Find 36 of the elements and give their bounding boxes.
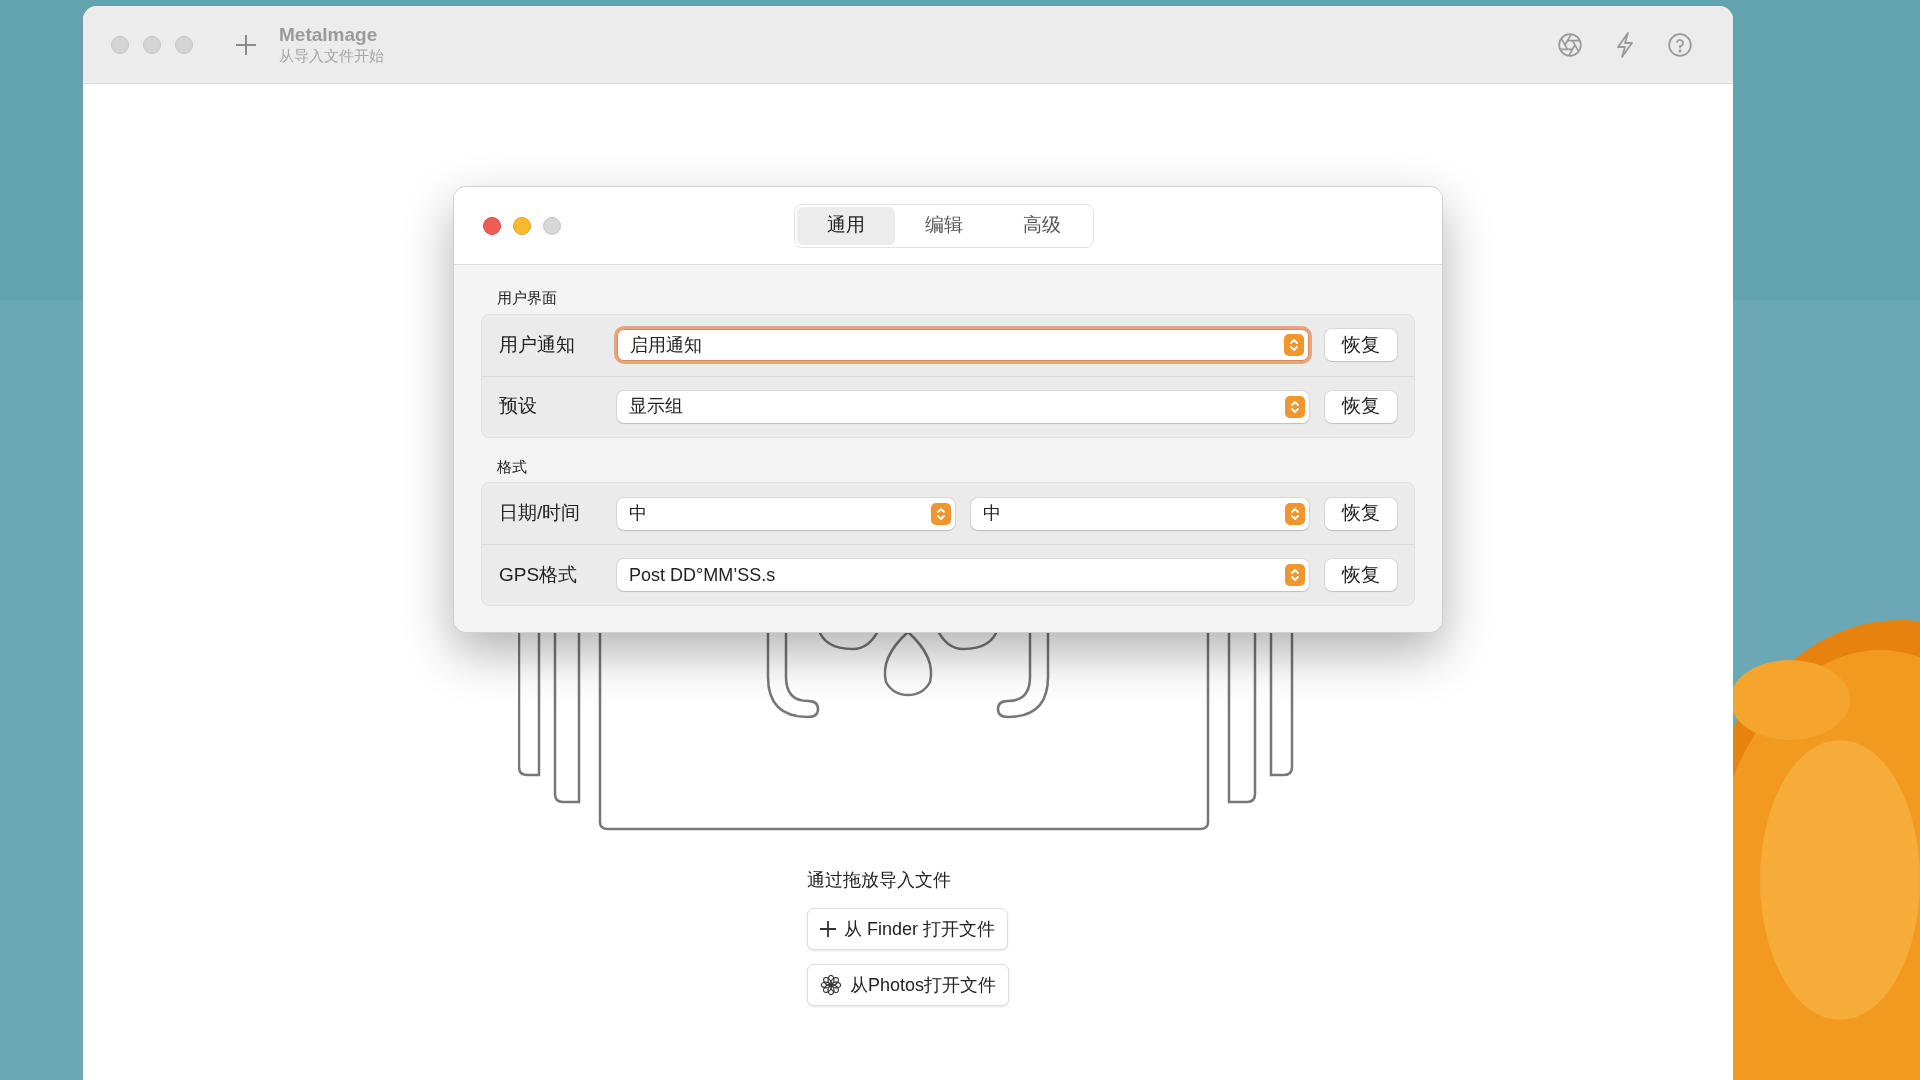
minimize-button[interactable] bbox=[143, 35, 161, 54]
reset-button[interactable]: 恢复 bbox=[1325, 390, 1397, 423]
popup-menu[interactable]: 中 bbox=[971, 497, 1309, 530]
reset-button[interactable]: 恢复 bbox=[1325, 497, 1397, 530]
row-label: 日期/时间 bbox=[499, 501, 582, 526]
row-label: 用户通知 bbox=[499, 332, 576, 357]
row-label: 预设 bbox=[499, 394, 538, 419]
aperture-icon[interactable] bbox=[1557, 31, 1583, 58]
zoom-button[interactable] bbox=[543, 217, 561, 235]
drop-hint: 通过拖放导入文件 bbox=[806, 869, 951, 892]
add-icon[interactable] bbox=[235, 33, 257, 56]
tab[interactable]: 通用 bbox=[797, 206, 895, 245]
popup-arrows-icon bbox=[1285, 502, 1305, 525]
help-icon[interactable] bbox=[1667, 31, 1693, 58]
popup-arrows-icon bbox=[1284, 334, 1304, 356]
section-title: 格式 bbox=[496, 456, 528, 477]
zoom-button[interactable] bbox=[175, 35, 193, 54]
popup-menu[interactable]: Post DD°MM’SS.s bbox=[617, 559, 1309, 591]
popup-arrows-icon bbox=[1285, 564, 1305, 586]
add-icon bbox=[819, 921, 836, 937]
popup-menu[interactable]: 启用通知 bbox=[617, 329, 1309, 361]
reset-button[interactable]: 恢复 bbox=[1325, 329, 1397, 361]
close-button[interactable] bbox=[483, 217, 501, 235]
popup-arrows-icon bbox=[1285, 395, 1305, 418]
section-title: 用户界面 bbox=[496, 288, 558, 308]
app-title: MetaImage bbox=[279, 23, 379, 47]
finder-open-button[interactable]: 从 Finder 打开文件 bbox=[806, 908, 1008, 950]
popup-menu[interactable]: 显示组 bbox=[617, 390, 1309, 423]
popup-menu[interactable]: 中 bbox=[617, 497, 955, 530]
minimize-button[interactable] bbox=[513, 217, 531, 235]
row-label: GPS格式 bbox=[499, 562, 579, 587]
photos-open-button[interactable]: 从Photos打开文件 bbox=[806, 964, 1009, 1006]
popup-arrows-icon bbox=[931, 502, 951, 525]
flower-icon bbox=[819, 974, 842, 996]
app-subtitle: 从导入文件开始 bbox=[279, 47, 384, 66]
reset-button[interactable]: 恢复 bbox=[1325, 559, 1397, 591]
